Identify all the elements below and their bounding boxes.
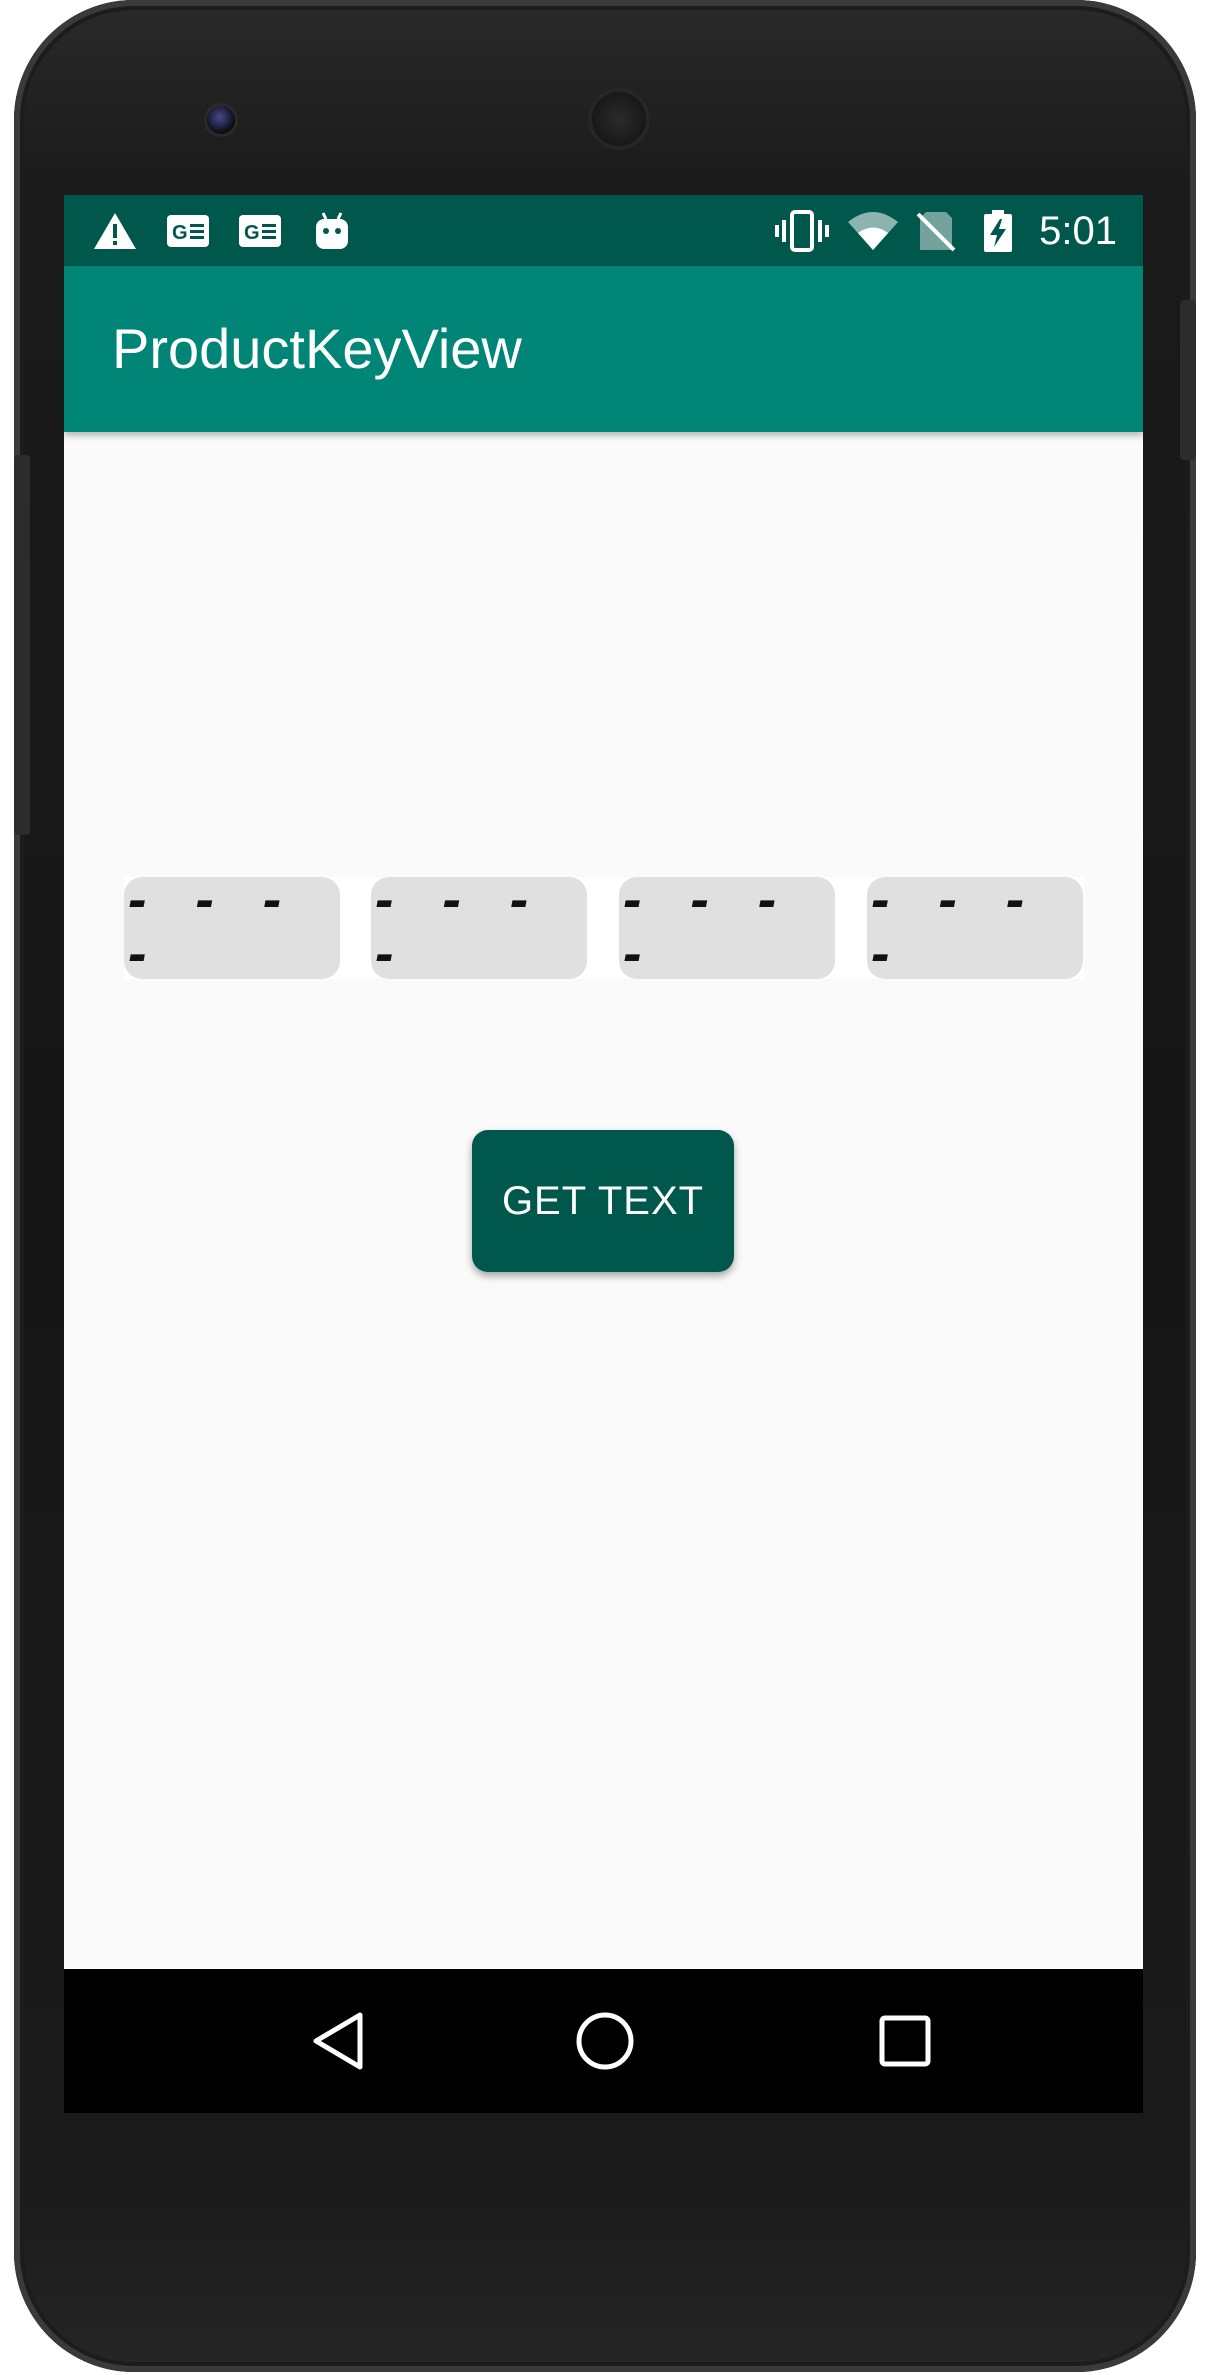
warning-icon [92, 209, 138, 253]
svg-text:G: G [244, 222, 260, 244]
no-sim-icon [916, 209, 956, 253]
proximity-sensor [990, 108, 1004, 122]
back-icon[interactable] [302, 2005, 374, 2077]
home-icon[interactable] [569, 2005, 641, 2077]
volume-button [14, 455, 30, 835]
android-icon [314, 209, 350, 253]
app-bar: ProductKeyView [64, 266, 1143, 432]
product-key-segment-2[interactable]: - - - - [371, 874, 587, 982]
battery-charging-icon [982, 209, 1014, 253]
recents-icon[interactable] [869, 2005, 941, 2077]
status-time: 5:01 [1039, 209, 1117, 253]
earpiece-speaker [592, 92, 646, 146]
light-sensor [1026, 108, 1040, 122]
front-camera [207, 106, 235, 134]
wifi-icon [846, 209, 900, 253]
contact-card-icon: G [166, 209, 210, 253]
status-bar: G G 5:01 [64, 195, 1143, 266]
navigation-bar [64, 1969, 1143, 2113]
device-screen: G G 5:01 ProductKeyView - - - - - - - - … [64, 195, 1143, 2113]
product-key-view: - - - - - - - - - - - - - - - - [124, 874, 1084, 982]
svg-text:G: G [172, 222, 188, 244]
product-key-segment-1[interactable]: - - - - [124, 874, 340, 982]
get-text-button[interactable]: GET TEXT [472, 1130, 734, 1272]
vibrate-icon [774, 209, 830, 253]
app-title: ProductKeyView [112, 317, 522, 380]
contact-card-icon: G [238, 209, 282, 253]
product-key-segment-3[interactable]: - - - - [619, 874, 835, 982]
product-key-segment-4[interactable]: - - - - [867, 874, 1083, 982]
power-button [1180, 300, 1196, 460]
